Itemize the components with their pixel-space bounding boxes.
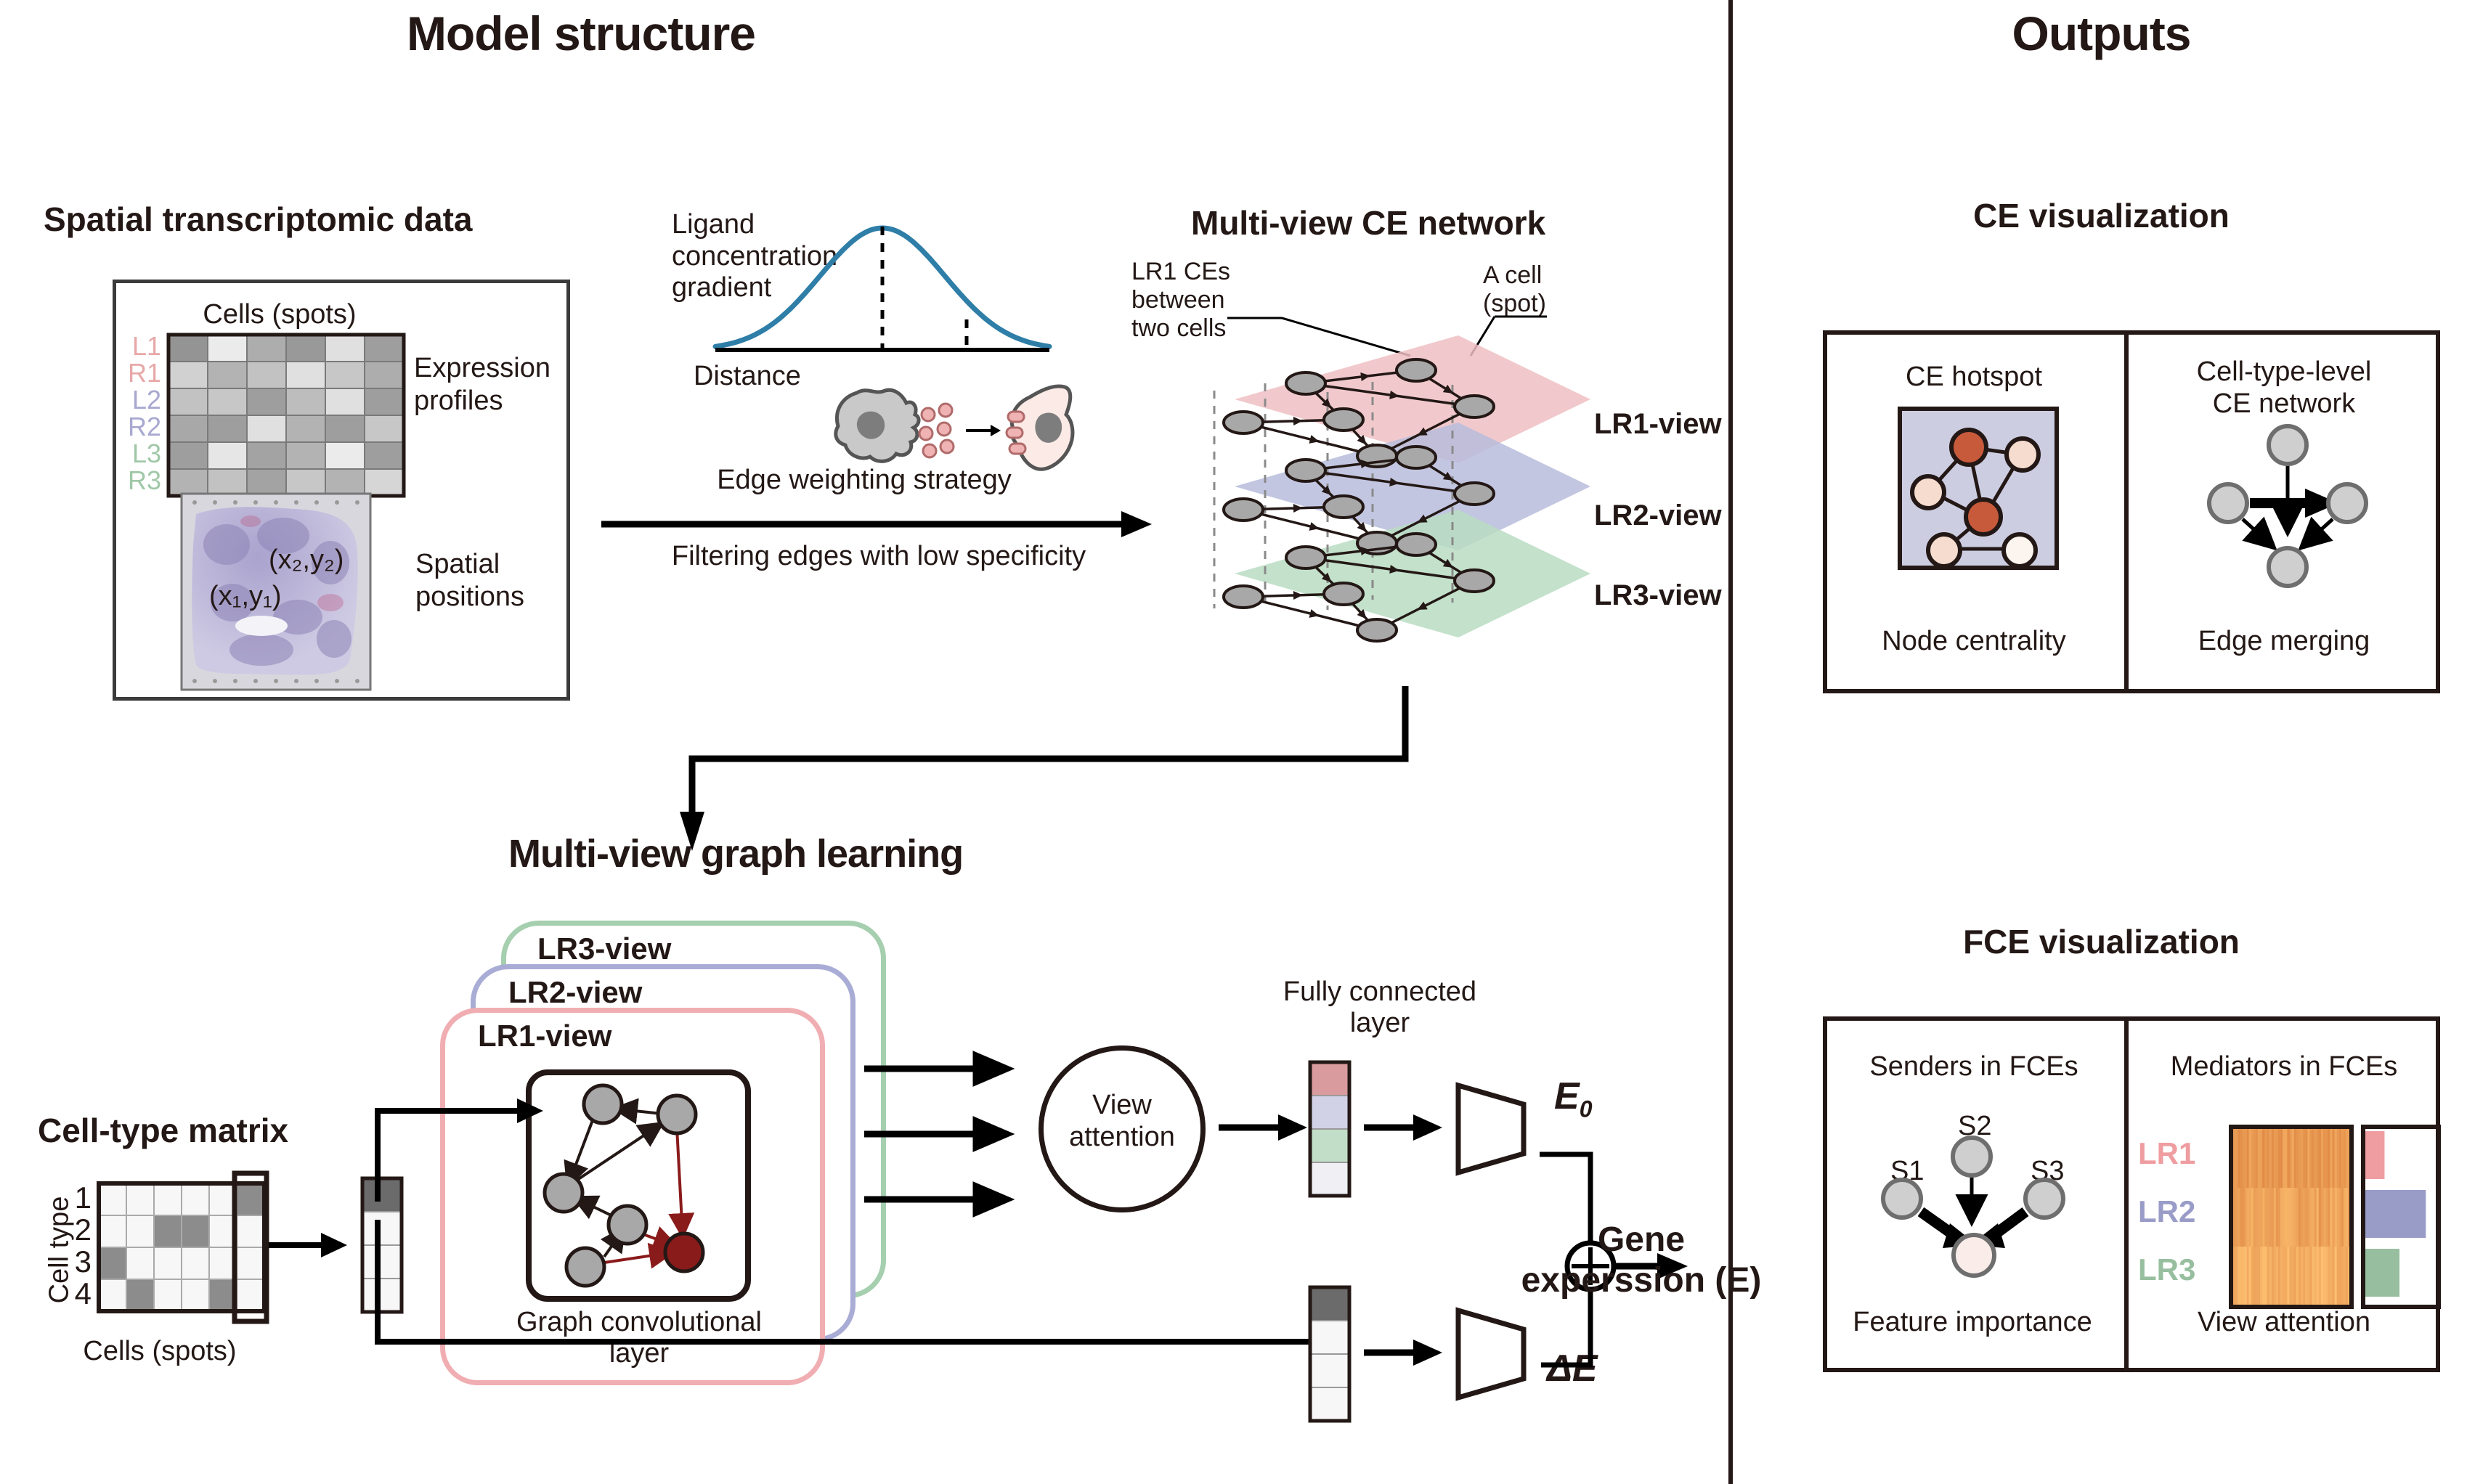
view-card-label-lr3: LR3-view xyxy=(537,931,672,966)
fc-input-vector xyxy=(1308,1060,1352,1198)
expression-profiles-label: Expression profiles xyxy=(414,353,550,416)
svg-text:L2: L2 xyxy=(132,385,161,415)
e0-symbol: E xyxy=(1554,1075,1580,1117)
lr-label-2: LR2 xyxy=(2138,1194,2196,1228)
mediators-heatmap xyxy=(2229,1125,2354,1309)
spatial-data-heading: Spatial transcriptomic data xyxy=(44,200,473,238)
cell-type-matrix-heading: Cell-type matrix xyxy=(38,1112,289,1149)
cells-spots-top-label: Cells (spots) xyxy=(203,299,357,330)
svg-text:L3: L3 xyxy=(132,439,161,468)
feature-importance-caption: Feature importance xyxy=(1853,1307,2092,1337)
layer-label-lr2: LR2-view xyxy=(1594,500,1722,531)
coord1-label: (x₁,y₁) xyxy=(209,581,282,611)
multiview-ce-layers xyxy=(1213,315,1590,643)
cell-type-level-title: Cell-type-level CE network xyxy=(2196,356,2372,420)
page-title-outputs: Outputs xyxy=(2012,7,2192,60)
ce-hotspot-graph xyxy=(1898,407,2059,570)
e0-subscript: 0 xyxy=(1579,1096,1593,1122)
edge-merging-diagram xyxy=(2207,424,2368,588)
fce-visualization-heading: FCE visualization xyxy=(1963,923,2240,961)
gene-expression-output: Gene experssion (E) xyxy=(1521,1220,1762,1300)
distance-axis-label: Distance xyxy=(694,361,801,391)
view-card-label-lr1: LR1-view xyxy=(478,1019,612,1053)
svg-text:4: 4 xyxy=(75,1276,92,1310)
pipeline-arrow-right xyxy=(601,511,1152,537)
node-centrality-caption: Node centrality xyxy=(1882,626,2066,656)
ce-hotspot-title: CE hotspot xyxy=(1906,362,2042,392)
matrix-to-vector-arrow xyxy=(269,1233,347,1257)
view-attention-barchart xyxy=(2361,1125,2441,1309)
fully-connected-label: Fully connected layer xyxy=(1283,977,1477,1039)
cell-type-x-axis: Cells (spots) xyxy=(83,1336,237,1366)
multiview-ce-heading: Multi-view CE network xyxy=(1191,204,1546,242)
view-card-label-lr2: LR2-view xyxy=(508,975,643,1009)
svg-text:1: 1 xyxy=(75,1181,92,1215)
svg-text:3: 3 xyxy=(75,1244,92,1279)
layer-label-lr1: LR1-view xyxy=(1594,408,1722,440)
vector-branch-lines xyxy=(375,1098,1344,1345)
dvec-to-trapezoid-arrow xyxy=(1364,1340,1442,1366)
spatial-positions-label: Spatial positions xyxy=(415,549,524,612)
fc-trapezoid-delta-e xyxy=(1455,1307,1527,1401)
lr-label-3: LR3 xyxy=(2138,1252,2196,1287)
senders-in-fces-title: Senders in FCEs xyxy=(1869,1051,2078,1082)
lr-label-1: LR1 xyxy=(2138,1136,2196,1170)
views-to-attention-arrows xyxy=(864,1051,1015,1218)
svg-text:L1: L1 xyxy=(132,331,161,361)
attention-to-fc-arrow xyxy=(1219,1114,1307,1141)
svg-text:R3: R3 xyxy=(128,465,161,495)
layer-label-lr3: LR3-view xyxy=(1594,579,1722,611)
page-title-model-structure: Model structure xyxy=(406,7,756,60)
expression-matrix: L1R1L2R2L3R3 xyxy=(128,331,406,498)
multiview-graph-heading: Multi-view graph learning xyxy=(508,832,964,876)
svg-text:R2: R2 xyxy=(128,412,161,441)
ce-visualization-heading: CE visualization xyxy=(1973,197,2230,235)
delta-input-vector xyxy=(1308,1285,1352,1423)
svg-text:R1: R1 xyxy=(128,358,161,388)
connector-to-graph-learning xyxy=(680,686,1409,851)
fcvec-to-trapezoid-arrow xyxy=(1364,1114,1442,1141)
filtering-edges-label: Filtering edges with low specificity xyxy=(671,541,1086,571)
fc-trapezoid-e0 xyxy=(1455,1082,1527,1176)
view-attention-caption: View attention xyxy=(2197,1307,2371,1337)
view-attention-label: View attention xyxy=(1069,1090,1175,1153)
ligand-gradient-curve xyxy=(712,225,1052,352)
edge-weighting-label: Edge weighting strategy xyxy=(717,465,1012,495)
coord2-label: (x₂,y₂) xyxy=(269,545,344,575)
svg-text:2: 2 xyxy=(75,1212,92,1247)
e0-label: E0 xyxy=(1554,1075,1592,1122)
mediators-in-fces-title: Mediators in FCEs xyxy=(2170,1051,2398,1082)
vertical-divider xyxy=(1728,0,1733,1484)
cell-type-matrix: 1234 xyxy=(75,1170,269,1324)
senders-fce-diagram xyxy=(1881,1136,2065,1278)
edge-merging-caption: Edge merging xyxy=(2198,626,2370,656)
